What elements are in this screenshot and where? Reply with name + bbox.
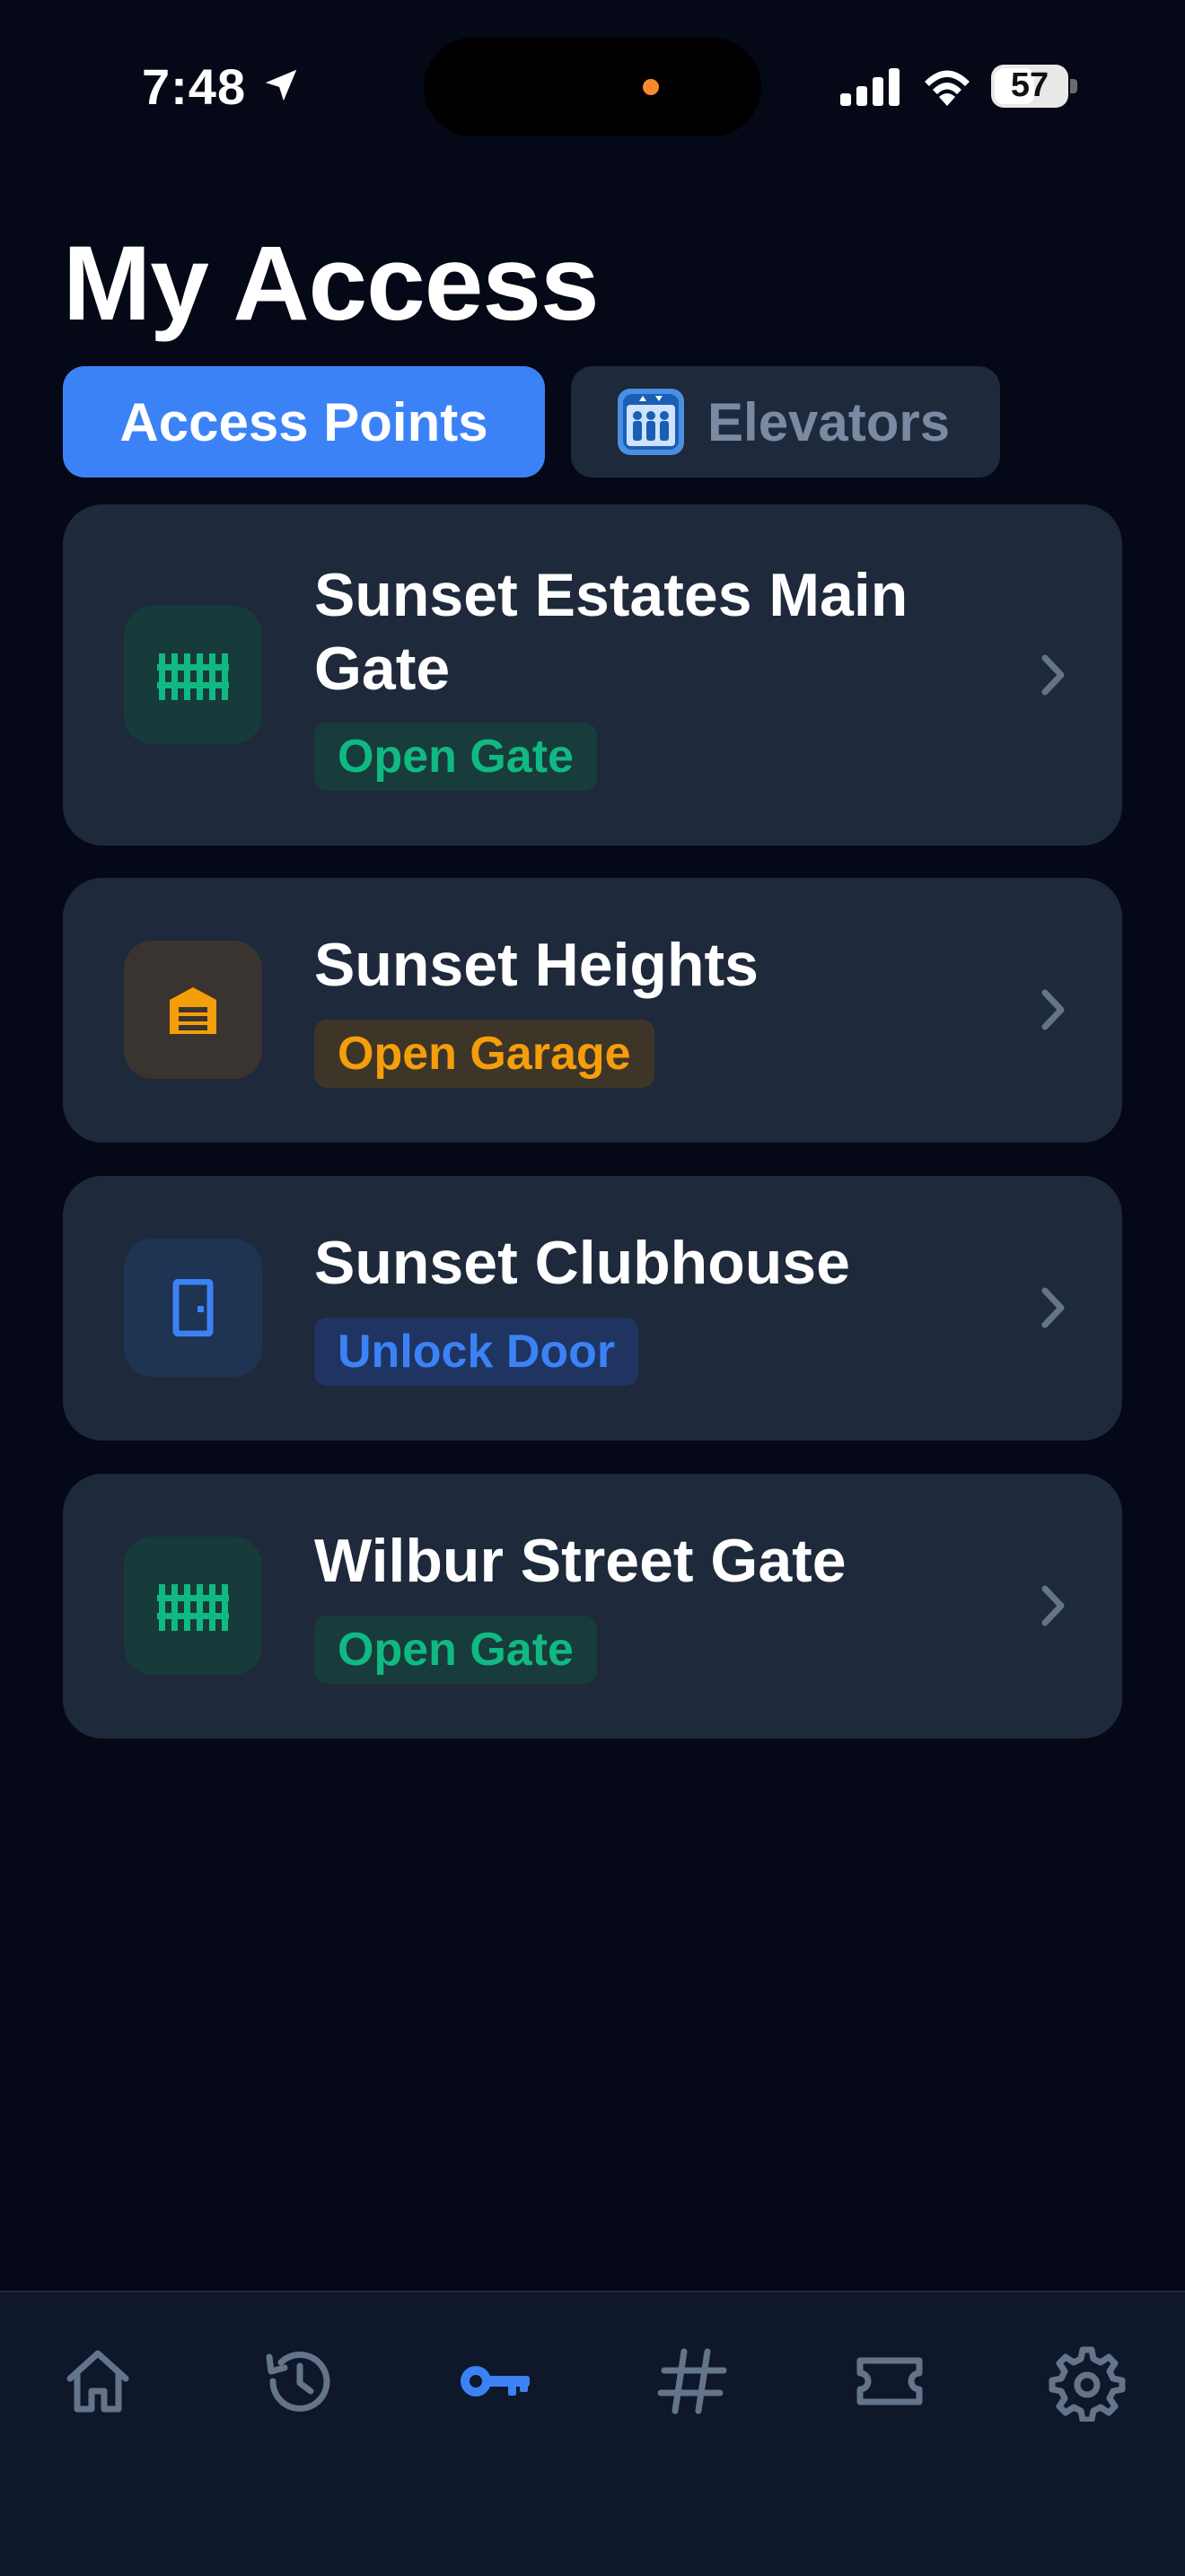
battery-percent: 57 xyxy=(1010,66,1049,104)
battery-indicator: 57 xyxy=(991,65,1077,108)
access-point-card[interactable]: Sunset Heights Open Garage xyxy=(63,878,1122,1143)
gear-icon[interactable] xyxy=(1047,2341,1128,2422)
home-icon[interactable] xyxy=(57,2341,138,2422)
elevator-icon xyxy=(618,389,684,455)
page-title: My Access xyxy=(63,224,600,343)
access-point-icon-box xyxy=(124,1537,262,1675)
gate-icon xyxy=(157,1584,229,1631)
access-point-name: Sunset Heights xyxy=(314,931,759,999)
tab-elevators[interactable]: Elevators xyxy=(571,366,1000,478)
tab-access-points[interactable]: Access Points xyxy=(63,366,545,478)
privacy-indicator-dot xyxy=(643,79,659,95)
status-bar: 7:48 57 xyxy=(0,0,1185,171)
ticket-icon[interactable] xyxy=(849,2341,930,2422)
access-point-card[interactable]: Sunset Estates Main Gate Open Gate xyxy=(63,504,1122,846)
access-point-card[interactable]: Sunset Clubhouse Unlock Door xyxy=(63,1176,1122,1441)
access-point-name: Wilbur Street Gate xyxy=(314,1527,847,1595)
wifi-icon xyxy=(925,70,970,106)
access-point-card[interactable]: Wilbur Street Gate Open Gate xyxy=(63,1474,1122,1739)
cellular-signal-icon xyxy=(840,68,900,106)
gate-icon xyxy=(157,653,229,700)
battery-cap xyxy=(1070,79,1077,93)
chevron-right-icon xyxy=(1041,654,1065,696)
dynamic-island xyxy=(424,38,761,136)
access-point-icon-box xyxy=(124,1239,262,1377)
bottom-tab-bar xyxy=(0,2291,1185,2576)
location-arrow-icon xyxy=(265,69,297,101)
access-point-icon-box xyxy=(124,606,262,744)
access-point-icon-box xyxy=(124,941,262,1079)
hashtag-icon[interactable] xyxy=(652,2341,733,2422)
unlock-door-button[interactable]: Unlock Door xyxy=(314,1318,639,1386)
open-gate-button[interactable]: Open Gate xyxy=(314,1616,597,1684)
garage-icon xyxy=(170,987,216,1034)
open-gate-button[interactable]: Open Gate xyxy=(314,723,597,791)
door-icon xyxy=(172,1279,214,1336)
tab-access-points-label: Access Points xyxy=(119,391,488,452)
access-point-name: Sunset Clubhouse xyxy=(314,1229,850,1297)
chevron-right-icon xyxy=(1041,989,1065,1030)
key-icon[interactable] xyxy=(454,2341,535,2422)
chevron-right-icon xyxy=(1041,1585,1065,1626)
tab-elevators-label: Elevators xyxy=(707,391,951,452)
history-icon[interactable] xyxy=(257,2341,338,2422)
open-garage-button[interactable]: Open Garage xyxy=(314,1020,654,1088)
access-point-name: Sunset Estates Main Gate xyxy=(314,561,908,703)
status-time: 7:48 xyxy=(142,58,247,115)
chevron-right-icon xyxy=(1041,1287,1065,1328)
